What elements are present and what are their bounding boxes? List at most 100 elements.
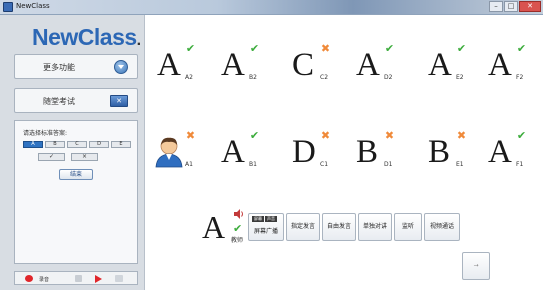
answer-letter: D xyxy=(292,134,316,170)
cross-icon: ✖ xyxy=(456,129,467,142)
seat-id: D2 xyxy=(384,74,393,81)
end-quiz-button[interactable]: 结束 xyxy=(59,169,93,180)
seat-id: F1 xyxy=(516,161,524,168)
designated-speech-button[interactable]: 指定发言 xyxy=(286,213,320,241)
student-tile-f2[interactable]: A ✔ F2 xyxy=(483,43,539,87)
answer-prompt: 请选择标准答案: xyxy=(23,130,68,137)
video-call-button[interactable]: 视频通话 xyxy=(424,213,460,241)
speaker-icon[interactable] xyxy=(233,208,245,220)
answer-choices: A B C D E xyxy=(23,141,131,148)
free-speech-label: 自由发言 xyxy=(327,223,352,230)
true-false-row: ✓ × xyxy=(38,153,98,161)
choice-a-button[interactable]: A xyxy=(23,141,43,148)
student-tile-a1[interactable]: ✖ A1 xyxy=(152,130,208,174)
check-icon: ✔ xyxy=(516,129,527,142)
student-tile-d1[interactable]: B ✖ D1 xyxy=(351,130,407,174)
check-icon: ✔ xyxy=(233,222,243,235)
logo: NewClass. xyxy=(32,24,141,50)
student-tile-d2[interactable]: A ✔ D2 xyxy=(351,43,407,87)
arrow-right-icon: → xyxy=(473,262,479,269)
seat-id: D1 xyxy=(384,161,393,168)
student-tile-c1[interactable]: D ✖ C1 xyxy=(287,130,343,174)
free-speech-button[interactable]: 自由发言 xyxy=(322,213,356,241)
maximize-button[interactable]: □ xyxy=(504,1,518,12)
answer-letter: A xyxy=(488,47,512,83)
seat-id: B1 xyxy=(249,161,257,168)
check-icon: ✔ xyxy=(516,42,527,55)
quiz-button[interactable]: 随堂考试 ✕ xyxy=(14,88,138,113)
record-label: 录音 xyxy=(39,277,50,283)
student-tile-f1[interactable]: A ✔ F1 xyxy=(483,130,539,174)
teaching-toolbar: 屏幕 声音 屏幕广播 指定发言 自由发言 单独对讲 监听 视频通话 → xyxy=(248,213,490,280)
end-icon[interactable] xyxy=(115,275,123,282)
broadcast-mode-tags: 屏幕 声音 xyxy=(252,216,277,222)
minimize-button[interactable]: – xyxy=(489,1,503,12)
teacher-answer-letter: A xyxy=(202,209,226,245)
seat-id: E1 xyxy=(456,161,464,168)
screen-broadcast-button[interactable]: 屏幕 声音 屏幕广播 xyxy=(248,213,284,241)
teacher-tile[interactable]: A ✔ 教师 xyxy=(200,205,248,251)
user-avatar-icon xyxy=(155,137,183,168)
choice-c-button[interactable]: C xyxy=(67,141,87,148)
student-tile-e1[interactable]: B ✖ E1 xyxy=(423,130,479,174)
answer-letter: C xyxy=(292,47,315,83)
answer-letter: A xyxy=(356,47,380,83)
answer-letter: A xyxy=(428,47,452,83)
private-talk-label: 单独对讲 xyxy=(363,223,388,230)
false-button[interactable]: × xyxy=(71,153,98,161)
student-tile-b2[interactable]: A ✔ B2 xyxy=(216,43,272,87)
seat-id: C1 xyxy=(320,161,329,168)
choice-e-button[interactable]: E xyxy=(111,141,131,148)
seat-id: A1 xyxy=(185,161,193,168)
video-call-label: 视频通话 xyxy=(429,223,454,230)
check-icon: ✔ xyxy=(456,42,467,55)
seat-id: C2 xyxy=(320,74,329,81)
answer-letter: A xyxy=(221,47,245,83)
stop-icon[interactable] xyxy=(75,275,82,282)
exam-icon: ✕ xyxy=(110,95,128,107)
answer-panel: 请选择标准答案: A B C D E ✓ × 结束 xyxy=(14,120,138,264)
check-icon: ✔ xyxy=(185,42,196,55)
student-tile-e2[interactable]: A ✔ E2 xyxy=(423,43,479,87)
cross-icon: ✖ xyxy=(320,129,331,142)
seat-id: A2 xyxy=(185,74,193,81)
check-icon: ✔ xyxy=(249,129,260,142)
answer-letter: B xyxy=(356,134,379,170)
app-icon xyxy=(3,2,13,12)
cross-icon: ✖ xyxy=(384,129,395,142)
audio-tag[interactable]: 声音 xyxy=(265,216,277,222)
more-functions-label: 更多功能 xyxy=(43,63,75,72)
teacher-label: 教师 xyxy=(231,237,244,244)
recording-bar: 录音 xyxy=(14,271,138,285)
screen-tag[interactable]: 屏幕 xyxy=(252,216,264,222)
student-tile-b1[interactable]: A ✔ B1 xyxy=(216,130,272,174)
chevron-down-icon xyxy=(114,60,128,74)
cross-icon: ✖ xyxy=(185,129,196,142)
designated-speech-label: 指定发言 xyxy=(291,223,316,230)
choice-d-button[interactable]: D xyxy=(89,141,109,148)
check-icon: ✔ xyxy=(249,42,260,55)
student-tile-c2[interactable]: C ✖ C2 xyxy=(287,43,343,87)
record-icon[interactable] xyxy=(25,275,33,282)
play-icon[interactable] xyxy=(95,275,102,283)
title-bar: NewClass – □ ✕ xyxy=(0,0,543,15)
seat-id: B2 xyxy=(249,74,257,81)
control-panel: NewClass. 更多功能 随堂考试 ✕ 请选择标准答案: A B C D E… xyxy=(0,15,145,290)
close-button[interactable]: ✕ xyxy=(519,1,541,12)
seat-id: E2 xyxy=(456,74,464,81)
student-tile-a2[interactable]: A ✔ A2 xyxy=(152,43,208,87)
window-title: NewClass xyxy=(16,2,50,10)
window-controls: – □ ✕ xyxy=(489,1,541,13)
answer-letter: A xyxy=(157,47,181,83)
monitor-button[interactable]: 监听 xyxy=(394,213,422,241)
check-icon: ✔ xyxy=(384,42,395,55)
private-talk-button[interactable]: 单独对讲 xyxy=(358,213,392,241)
more-functions-button[interactable]: 更多功能 xyxy=(14,54,138,79)
answer-letter: A xyxy=(488,134,512,170)
answer-letter: A xyxy=(221,134,245,170)
answer-letter: B xyxy=(428,134,451,170)
quiz-label: 随堂考试 xyxy=(43,97,75,106)
true-button[interactable]: ✓ xyxy=(38,153,65,161)
more-arrow-button[interactable]: → xyxy=(462,252,490,280)
choice-b-button[interactable]: B xyxy=(45,141,65,148)
